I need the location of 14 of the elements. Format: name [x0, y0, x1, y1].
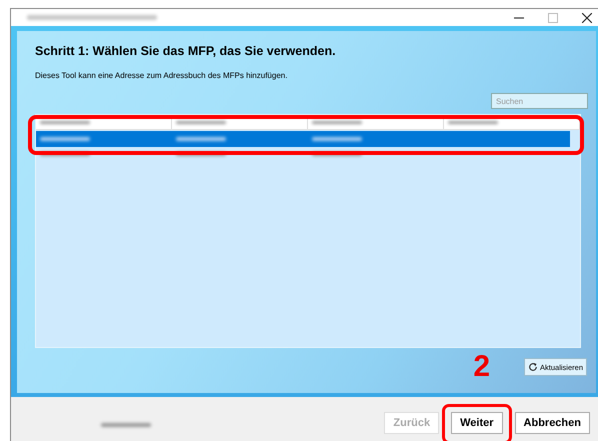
step-heading: Schritt 1: Wählen Sie das MFP, das Sie verwenden. [35, 44, 337, 58]
blurred-column-header [40, 120, 90, 124]
blurred-footer-text [101, 423, 151, 427]
maximize-icon [548, 12, 558, 22]
blurred-column-header [448, 120, 498, 124]
blurred-column-header [312, 120, 362, 124]
close-icon[interactable] [582, 12, 592, 22]
search-field[interactable]: Suchen [491, 93, 588, 109]
blurred-column-header [176, 120, 226, 124]
dialog-button[interactable]: Weiter [451, 412, 503, 434]
step-number: 2 [473, 352, 490, 382]
refresh-icon [528, 362, 538, 372]
dialog-button[interactable]: Abbrechen [514, 412, 590, 434]
description-text: Dieses Tool kann eine Adresse zum Adressbuch des MFPs hinzufügen. [35, 71, 288, 80]
